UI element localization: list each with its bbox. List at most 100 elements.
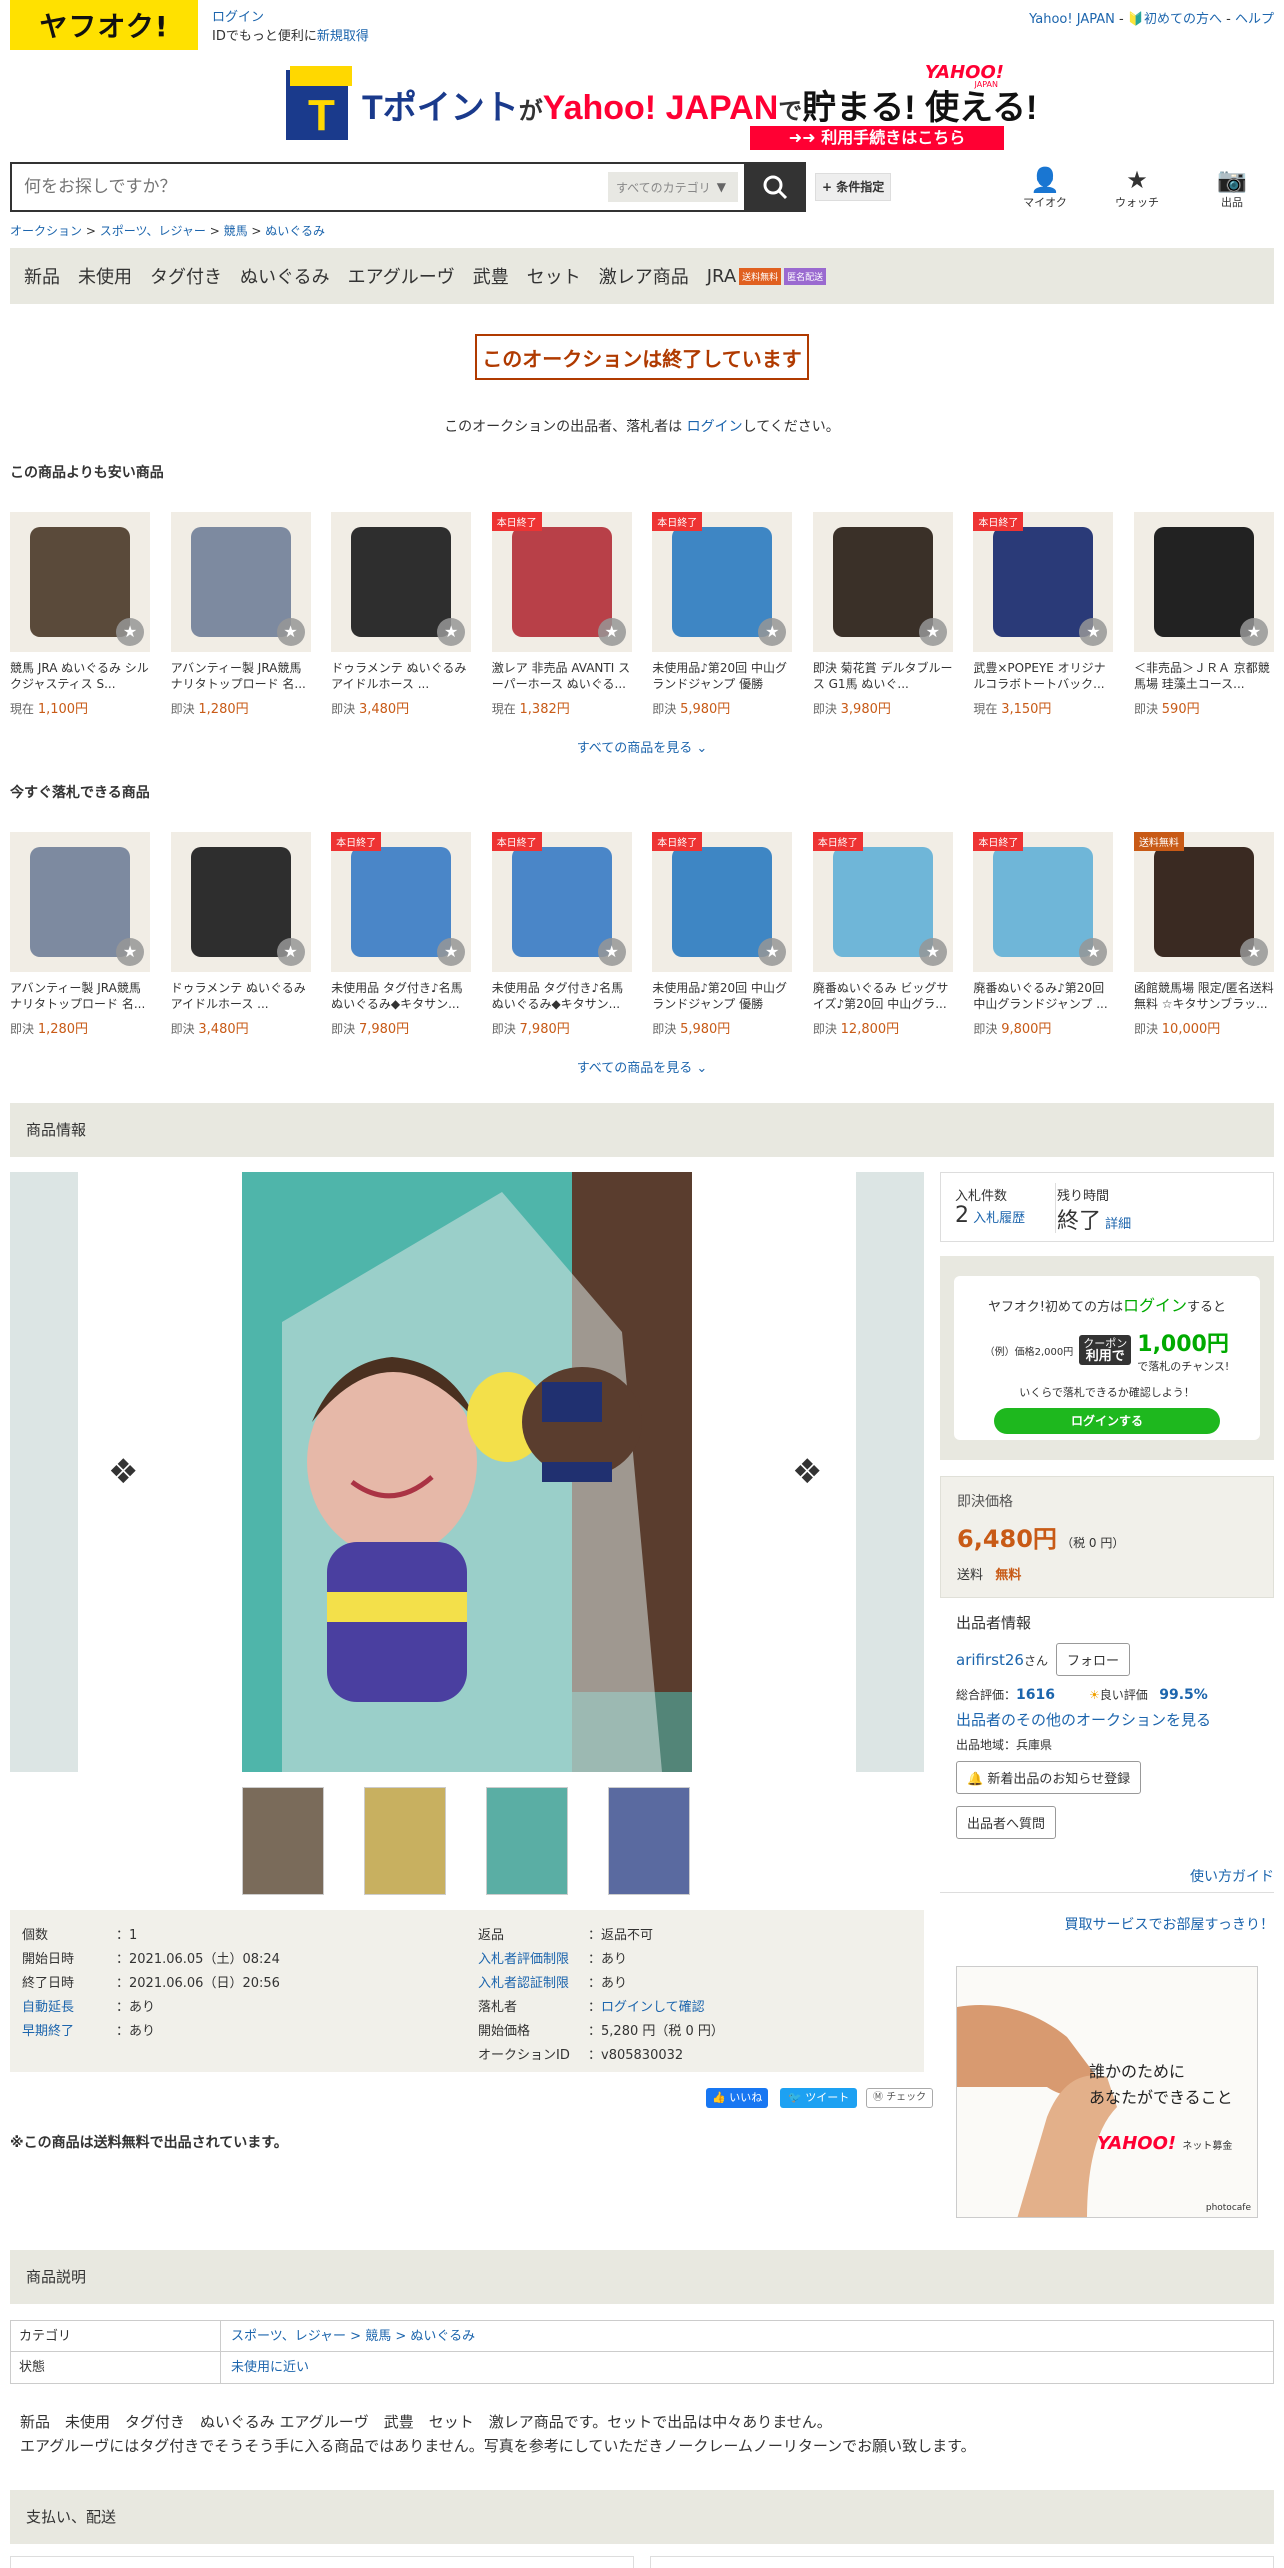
product-title[interactable]: 武豊×POPEYE オリジナルコラボトートバック... bbox=[973, 660, 1113, 692]
star-icon[interactable]: ★ bbox=[918, 938, 947, 966]
product-title[interactable]: 未使用品 タグ付き♪名馬ぬいぐるみ◆キタサン... bbox=[492, 980, 632, 1012]
yahoo-japan-link[interactable]: Yahoo! JAPAN bbox=[1029, 12, 1115, 27]
star-icon[interactable]: ★ bbox=[597, 618, 626, 646]
detail-link[interactable]: 詳細 bbox=[1105, 1217, 1131, 1232]
product-image[interactable]: 本日終了 ★ bbox=[812, 832, 953, 972]
product-image[interactable]: 本日終了 ★ bbox=[331, 832, 472, 972]
product-card[interactable]: ★ アバンティー製 JRA競馬 ナリタトップロード 名... 即決 1,280円 bbox=[170, 512, 311, 722]
seller-name-link[interactable]: arifirst26 bbox=[956, 1651, 1024, 1669]
product-card[interactable]: 本日終了 ★ 未使用品 タグ付き♪名馬ぬいぐるみ◆キタサン... 即決 7,98… bbox=[331, 832, 472, 1042]
product-title[interactable]: ドゥラメンテ ぬいぐるみ アイドルホース ... bbox=[171, 980, 311, 1012]
tag-item[interactable]: タグ付き bbox=[150, 263, 222, 289]
product-title[interactable]: アバンティー製 JRA競馬 ナリタトップロード 名... bbox=[10, 980, 150, 1012]
product-image[interactable]: 本日終了 ★ bbox=[491, 512, 632, 652]
product-image[interactable]: ★ bbox=[10, 832, 150, 972]
info-value-link[interactable]: ログインして確認 bbox=[601, 2000, 705, 2015]
product-card[interactable]: 本日終了 ★ 廃番ぬいぐるみ♪第20回 中山グランドジャンプ ... 即決 9,… bbox=[973, 832, 1114, 1042]
watch-button[interactable]: ★ ウォッチ bbox=[1107, 166, 1167, 210]
product-image[interactable]: 本日終了 ★ bbox=[652, 512, 793, 652]
tag-item[interactable]: 武豊 bbox=[473, 263, 509, 289]
product-card[interactable]: ★ 即決 菊花賞 デルタブルース G1馬 ぬいぐ... 即決 3,980円 bbox=[812, 512, 953, 722]
tag-item[interactable]: 激レア商品 bbox=[599, 263, 689, 289]
thumbnail-3[interactable] bbox=[486, 1787, 568, 1895]
product-image[interactable]: 本日終了 ★ bbox=[973, 832, 1114, 972]
star-icon[interactable]: ★ bbox=[116, 618, 144, 646]
product-title[interactable]: 廃番ぬいぐるみ ビッグサイズ♪第20回 中山グラ... bbox=[813, 980, 953, 1012]
product-image[interactable]: ★ bbox=[170, 512, 311, 652]
next-image-arrow[interactable]: ❖ bbox=[792, 1452, 822, 1492]
product-image[interactable]: ★ bbox=[170, 832, 311, 972]
follow-button[interactable]: フォロー bbox=[1055, 1643, 1130, 1676]
product-image[interactable]: ★ bbox=[1133, 512, 1274, 652]
breadcrumb-item[interactable]: オークション bbox=[10, 224, 82, 238]
tpoint-banner[interactable]: T TポイントがYahoo! JAPANで貯まる! 使える! YAHOO! JA… bbox=[286, 62, 1037, 152]
thumbnail-4[interactable] bbox=[608, 1787, 690, 1895]
star-icon[interactable]: ★ bbox=[116, 938, 144, 966]
product-card[interactable]: 本日終了 ★ 未使用品♪第20回 中山グランドジャンプ 優勝Ver... 即決 … bbox=[652, 832, 793, 1042]
thumbnail-1[interactable] bbox=[242, 1787, 324, 1895]
product-title[interactable]: 競馬 JRA ぬいぐるみ シルクジャスティス S... bbox=[10, 660, 150, 692]
login-link[interactable]: ログイン bbox=[212, 10, 264, 25]
search-input[interactable] bbox=[12, 165, 608, 209]
info-key-link[interactable]: 自動延長 bbox=[22, 1996, 116, 2020]
star-icon[interactable]: ★ bbox=[758, 938, 787, 966]
tag-item[interactable]: エアグルーヴ bbox=[348, 263, 455, 289]
promo-login-link[interactable]: ログイン bbox=[1123, 1296, 1187, 1315]
product-card[interactable]: ★ 競馬 JRA ぬいぐるみ シルクジャスティス S... 現在 1,100円 bbox=[10, 512, 150, 722]
help-link[interactable]: ヘルプ bbox=[1235, 12, 1274, 27]
prev-image-arrow[interactable]: ❖ bbox=[108, 1452, 138, 1492]
product-title[interactable]: 函館競馬場 限定/匿名送料無料 ☆キタサンブラッ... bbox=[1134, 980, 1274, 1012]
star-icon[interactable]: ★ bbox=[1079, 938, 1108, 966]
info-key-link[interactable]: 入札者認証制限 bbox=[478, 1972, 588, 1996]
product-card[interactable]: ★ アバンティー製 JRA競馬 ナリタトップロード 名... 即決 1,280円 bbox=[10, 832, 150, 1042]
star-icon[interactable]: ★ bbox=[276, 618, 305, 646]
star-icon[interactable]: ★ bbox=[918, 618, 947, 646]
notify-button[interactable]: 🔔 新着出品のお知らせ登録 bbox=[956, 1761, 1142, 1794]
ask-seller-button[interactable]: 出品者へ質問 bbox=[956, 1806, 1057, 1839]
product-card[interactable]: ★ ＜非売品＞ＪＲＡ 京都競馬場 珪藻土コース... 即決 590円 bbox=[1133, 512, 1274, 722]
product-title[interactable]: ドゥラメンテ ぬいぐるみ アイドルホース ... bbox=[331, 660, 471, 692]
product-title[interactable]: 未使用品♪第20回 中山グランドジャンプ 優勝Ver... bbox=[652, 660, 792, 692]
breadcrumb-item[interactable]: スポーツ、レジャー bbox=[100, 224, 206, 238]
product-image[interactable]: 本日終了 ★ bbox=[973, 512, 1114, 652]
product-image[interactable]: 本日終了 ★ bbox=[652, 832, 793, 972]
tag-item[interactable]: 新品 bbox=[24, 263, 60, 289]
product-title[interactable]: 未使用品 タグ付き♪名馬ぬいぐるみ◆キタサン... bbox=[331, 980, 471, 1012]
banner-procedure-button[interactable]: ➜➜ 利用手続きはこちら bbox=[750, 126, 1004, 150]
info-key-link[interactable]: 入札者評価制限 bbox=[478, 1948, 588, 1972]
star-icon[interactable]: ★ bbox=[1239, 618, 1268, 646]
breadcrumb-item[interactable]: ぬいぐるみ bbox=[265, 224, 325, 238]
star-icon[interactable]: ★ bbox=[758, 618, 787, 646]
search-button[interactable] bbox=[744, 162, 806, 212]
product-title[interactable]: 激レア 非売品 AVANTI スーパーホース ぬいぐる... bbox=[492, 660, 632, 692]
buy-service-link[interactable]: 買取サービスでお部屋すっきり！ bbox=[1065, 1914, 1274, 1934]
star-icon[interactable]: ★ bbox=[276, 938, 305, 966]
thumbnail-2[interactable] bbox=[364, 1787, 446, 1895]
product-card[interactable]: 本日終了 ★ 武豊×POPEYE オリジナルコラボトートバック... 現在 3,… bbox=[973, 512, 1114, 722]
product-card[interactable]: 本日終了 ★ 未使用品 タグ付き♪名馬ぬいぐるみ◆キタサン... 即決 7,98… bbox=[491, 832, 632, 1042]
myauction-button[interactable]: 👤 マイオク bbox=[1015, 166, 1075, 210]
star-icon[interactable]: ★ bbox=[437, 618, 466, 646]
signup-link[interactable]: 新規取得 bbox=[317, 29, 369, 44]
star-icon[interactable]: ★ bbox=[437, 938, 466, 966]
facebook-like-button[interactable]: 👍 いいね bbox=[706, 2088, 769, 2108]
sell-button[interactable]: 📷 出品 bbox=[1202, 166, 1262, 210]
condition-link[interactable]: 未使用に近い bbox=[231, 2360, 309, 2375]
promo-login-button[interactable]: ログインする bbox=[994, 1408, 1220, 1434]
product-image[interactable]: ★ bbox=[331, 512, 472, 652]
product-title[interactable]: 未使用品♪第20回 中山グランドジャンプ 優勝Ver... bbox=[652, 980, 792, 1012]
tag-item-jra[interactable]: JRA 送料無料 匿名配送 bbox=[707, 266, 827, 287]
product-image[interactable]: ★ bbox=[10, 512, 150, 652]
tweet-button[interactable]: 🐦 ツイート bbox=[780, 2088, 858, 2108]
product-card[interactable]: 本日終了 ★ 廃番ぬいぐるみ ビッグサイズ♪第20回 中山グラ... 即決 12… bbox=[812, 832, 953, 1042]
product-image[interactable]: 本日終了 ★ bbox=[491, 832, 632, 972]
product-title[interactable]: ＜非売品＞ＪＲＡ 京都競馬場 珪藻土コース... bbox=[1134, 660, 1274, 692]
condition-button[interactable]: + 条件指定 bbox=[815, 173, 892, 201]
product-title[interactable]: 廃番ぬいぐるみ♪第20回 中山グランドジャンプ ... bbox=[973, 980, 1113, 1012]
product-card[interactable]: 本日終了 ★ 未使用品♪第20回 中山グランドジャンプ 優勝Ver... 即決 … bbox=[652, 512, 793, 722]
bid-history-link[interactable]: 入札履歴 bbox=[973, 1211, 1025, 1226]
main-product-image[interactable] bbox=[242, 1172, 692, 1772]
ended-login-link[interactable]: ログイン bbox=[687, 419, 743, 435]
product-image[interactable]: 送料無料 ★ bbox=[1133, 832, 1274, 972]
product-card[interactable]: 送料無料 ★ 函館競馬場 限定/匿名送料無料 ☆キタサンブラッ... 即決 10… bbox=[1133, 832, 1274, 1042]
